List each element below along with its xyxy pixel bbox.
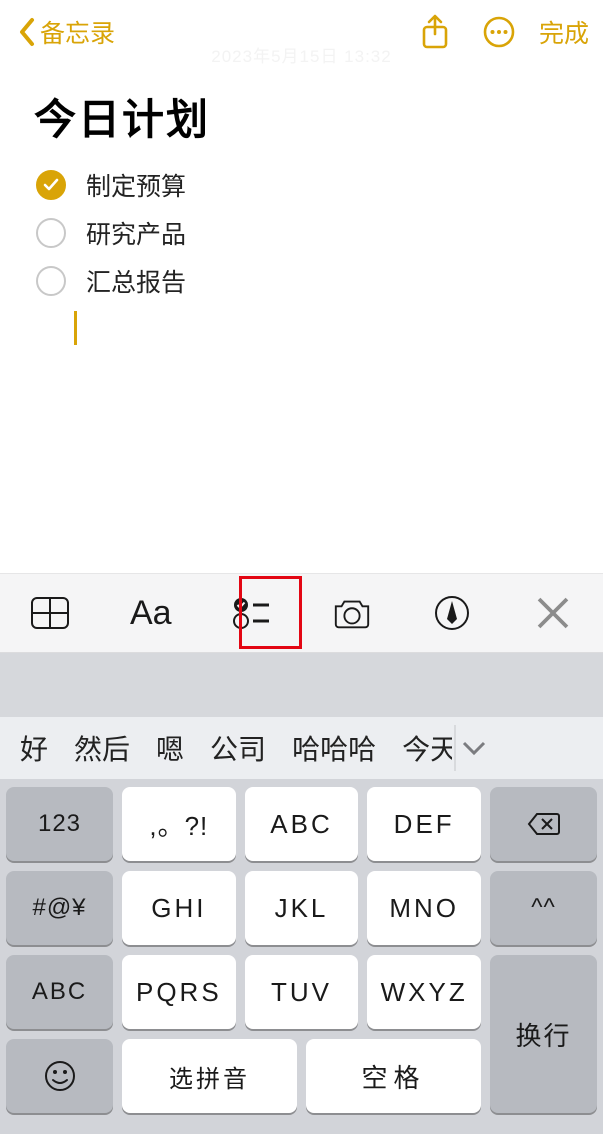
backspace-icon	[527, 809, 561, 839]
table-button[interactable]	[0, 574, 101, 652]
expand-suggestions-button[interactable]	[456, 730, 492, 766]
key-mno[interactable]: MNO	[367, 871, 481, 945]
camera-icon	[332, 594, 372, 632]
key-abc[interactable]: ABC	[245, 787, 359, 861]
key-emoji[interactable]	[6, 1039, 113, 1113]
camera-button[interactable]	[302, 574, 403, 652]
suggestion[interactable]: 今天	[394, 717, 452, 779]
checklist-row[interactable]: 研究产品	[28, 209, 579, 257]
keyboard: 123 ,。?! ABC DEF #@¥ GHI JKL MNO ^^ ABC	[0, 779, 603, 1134]
key-punct[interactable]: ,。?!	[122, 787, 236, 861]
suggestion[interactable]: 好	[12, 717, 56, 779]
markup-button[interactable]	[402, 574, 503, 652]
back-label: 备忘录	[40, 14, 115, 50]
suggestion[interactable]: 然后	[66, 717, 138, 779]
key-symbols[interactable]: #@¥	[6, 871, 113, 945]
text-format-button[interactable]: Aa	[101, 574, 202, 652]
emoji-icon	[43, 1059, 77, 1093]
key-def[interactable]: DEF	[367, 787, 481, 861]
dismiss-button[interactable]	[503, 574, 603, 652]
back-button[interactable]: 备忘录	[14, 14, 115, 50]
checkbox-empty-icon[interactable]	[36, 218, 66, 248]
key-jkl[interactable]: JKL	[245, 871, 359, 945]
note-title[interactable]: 今日计划	[34, 86, 579, 147]
key-return[interactable]: 换行	[490, 955, 597, 1113]
table-icon	[30, 594, 70, 632]
suggestion[interactable]: 哈哈哈	[284, 717, 384, 779]
checklist-button[interactable]	[201, 574, 302, 652]
format-toolbar: Aa	[0, 573, 603, 653]
more-button[interactable]	[469, 8, 529, 56]
key-abc-mode[interactable]: ABC	[6, 955, 113, 1029]
checklist-icon	[231, 594, 271, 632]
pen-circle-icon	[432, 594, 472, 632]
key-space[interactable]: 空格	[306, 1039, 481, 1113]
text-cursor	[74, 311, 77, 345]
share-button[interactable]	[405, 8, 465, 56]
checklist-text[interactable]: 制定预算	[86, 167, 186, 203]
share-icon	[420, 14, 450, 50]
checklist-text[interactable]: 汇总报告	[86, 263, 186, 299]
key-pqrs[interactable]: PQRS	[122, 955, 236, 1029]
done-button[interactable]: 完成	[539, 14, 589, 50]
key-tuv[interactable]: TUV	[245, 955, 359, 1029]
key-backspace[interactable]	[490, 787, 597, 861]
checkbox-checked-icon[interactable]	[36, 170, 66, 200]
suggestion[interactable]: 公司	[202, 717, 274, 779]
key-select-pinyin[interactable]: 选拼音	[122, 1039, 297, 1113]
checkbox-empty-icon[interactable]	[36, 266, 66, 296]
checklist-text[interactable]: 研究产品	[86, 215, 186, 251]
ellipsis-circle-icon	[482, 15, 516, 49]
toolbar-gap	[0, 653, 603, 717]
key-ghi[interactable]: GHI	[122, 871, 236, 945]
suggestion[interactable]: 嗯	[148, 717, 192, 779]
key-123[interactable]: 123	[6, 787, 113, 861]
chevron-left-icon	[18, 17, 36, 47]
key-wxyz[interactable]: WXYZ	[367, 955, 481, 1029]
suggestion-bar: 好 然后 嗯 公司 哈哈哈 今天	[0, 717, 603, 779]
close-icon	[533, 594, 573, 632]
checklist-row[interactable]: 汇总报告	[28, 257, 579, 305]
chevron-down-icon	[461, 739, 487, 757]
key-kaomoji[interactable]: ^^	[490, 871, 597, 945]
checklist-row[interactable]: 制定预算	[28, 161, 579, 209]
